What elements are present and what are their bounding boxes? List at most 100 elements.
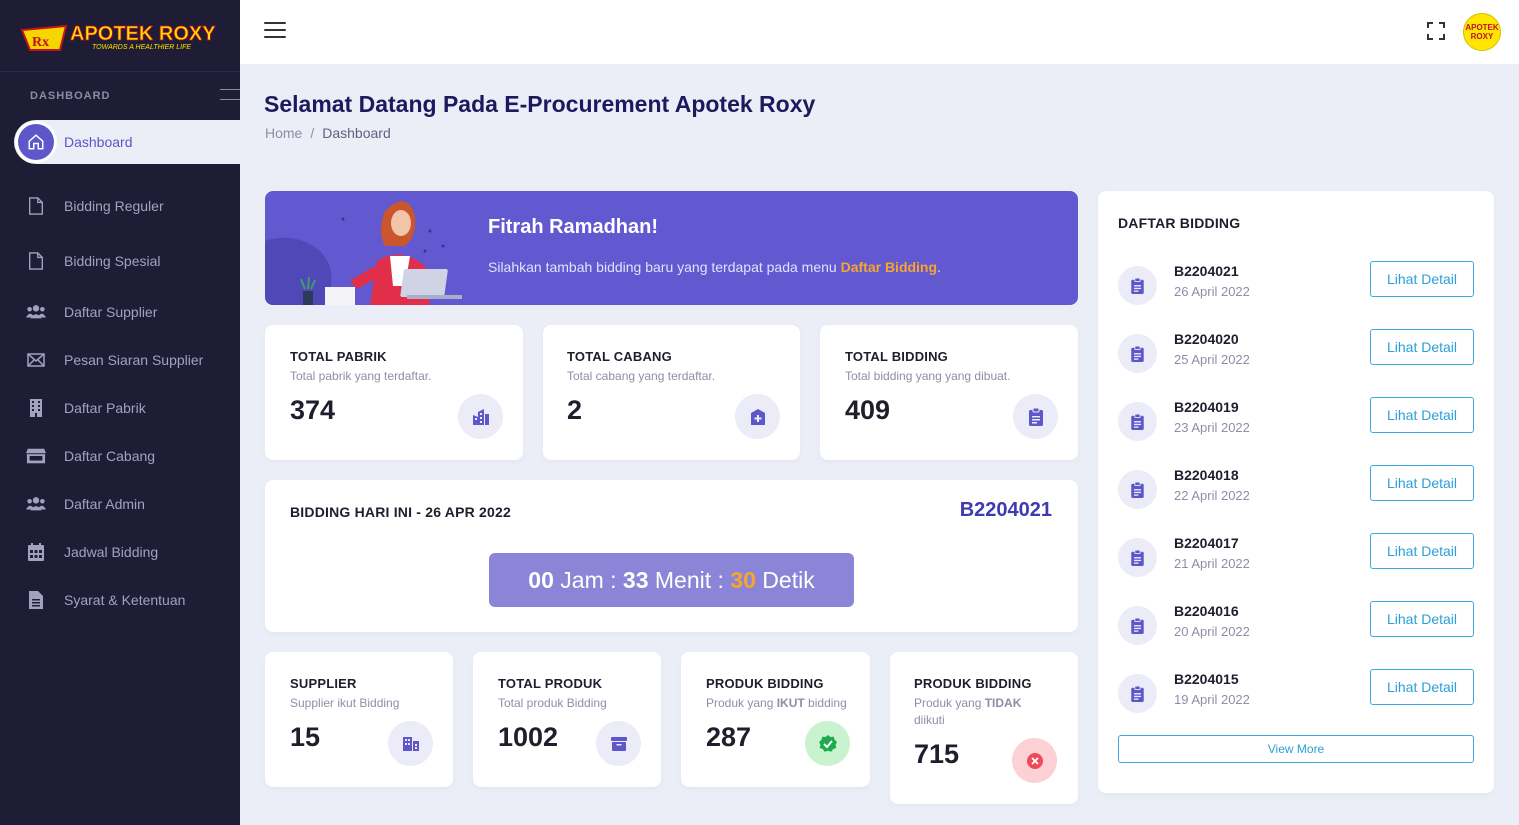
today-bidding-code[interactable]: B2204021	[960, 499, 1052, 522]
svg-text:Rx: Rx	[32, 35, 49, 50]
bidding-code: B2204016	[1174, 603, 1239, 619]
timer-hours-label: Jam	[560, 566, 604, 593]
fullscreen-icon[interactable]	[1427, 22, 1445, 40]
stat-subtitle-before: Produk yang	[706, 696, 777, 710]
clipboard-icon	[1118, 334, 1157, 373]
timer-sep: :	[717, 566, 724, 593]
stat-card-supplier: SUPPLIER Supplier ikut Bidding 15	[265, 652, 453, 787]
lihat-detail-button[interactable]: Lihat Detail	[1370, 465, 1474, 501]
sidebar-item-label: Daftar Cabang	[64, 448, 156, 464]
sidebar-item-label: Pesan Siaran Supplier	[64, 352, 204, 368]
archive-box-icon	[596, 721, 641, 766]
sidebar-item-syarat-ketentuan[interactable]: Syarat & Ketentuan	[0, 576, 240, 624]
stat-subtitle: Produk yang IKUT bidding	[706, 695, 847, 712]
avatar[interactable]: APOTEK ROXY	[1463, 13, 1501, 51]
stat-subtitle: Supplier ikut Bidding	[290, 696, 400, 710]
bidding-list-item: B2204020 25 April 2022 Lihat Detail	[1118, 329, 1474, 385]
stat-value: 409	[845, 395, 891, 425]
stat-value: 374	[290, 395, 336, 425]
banner-link-daftar-bidding[interactable]: Daftar Bidding	[841, 259, 937, 275]
sidebar: Rx APOTEK ROXY TOWARDS A HEALTHIER LIFE …	[0, 0, 240, 825]
topbar: APOTEK ROXY	[240, 0, 1519, 64]
clipboard-icon	[1118, 674, 1157, 713]
lihat-detail-button[interactable]: Lihat Detail	[1370, 669, 1474, 705]
woman-laptop-illustration	[265, 201, 462, 305]
lihat-detail-button[interactable]: Lihat Detail	[1370, 397, 1474, 433]
stat-card-total-produk: TOTAL PRODUK Total produk Bidding 1002	[473, 652, 661, 787]
home-icon	[18, 124, 54, 160]
stat-subtitle-after: bidding	[804, 696, 847, 710]
stat-card-produk-tidak: PRODUK BIDDING Produk yang TIDAK diikuti…	[890, 652, 1078, 804]
svg-text:TOWARDS A HEALTHIER LIFE: TOWARDS A HEALTHIER LIFE	[92, 44, 191, 51]
stat-title: SUPPLIER	[290, 676, 357, 691]
sidebar-item-label: Syarat & Ketentuan	[64, 592, 186, 608]
stat-subtitle: Produk yang TIDAK diikuti	[914, 695, 1054, 729]
sidebar-item-bidding-spesial[interactable]: Bidding Spesial	[0, 233, 240, 288]
bidding-date: 21 April 2022	[1174, 556, 1250, 571]
stat-subtitle: Total pabrik yang terdaftar.	[290, 369, 432, 383]
bidding-code: B2204019	[1174, 399, 1239, 415]
avatar-text-1: APOTEK	[1465, 23, 1499, 32]
stat-title: TOTAL PABRIK	[290, 349, 387, 364]
file-icon	[26, 196, 46, 216]
stat-subtitle: Total cabang yang terdaftar.	[567, 369, 716, 383]
sidebar-item-dashboard[interactable]: Dashboard	[14, 120, 240, 164]
menu-toggle-icon[interactable]	[264, 21, 286, 43]
building-icon	[458, 394, 503, 439]
stat-title: PRODUK BIDDING	[706, 676, 824, 691]
welcome-banner: Fitrah Ramadhan! Silahkan tambah bidding…	[265, 191, 1078, 305]
stat-title: TOTAL PRODUK	[498, 676, 603, 691]
bidding-list-card: DAFTAR BIDDING B2204021 26 April 2022 Liha…	[1098, 191, 1494, 793]
sidebar-item-label: Daftar Pabrik	[64, 400, 146, 416]
stat-title: TOTAL CABANG	[567, 349, 672, 364]
bidding-date: 25 April 2022	[1174, 352, 1250, 367]
clipboard-icon	[1013, 394, 1058, 439]
cancel-circle-icon	[1012, 738, 1057, 783]
lihat-detail-button[interactable]: Lihat Detail	[1370, 601, 1474, 637]
stat-subtitle-after: diikuti	[914, 713, 945, 727]
stat-card-total-bidding: TOTAL BIDDING Total bidding yang yang di…	[820, 325, 1078, 460]
breadcrumb-home[interactable]: Home	[265, 125, 302, 141]
timer-hours: 00	[528, 566, 554, 593]
bidding-date: 19 April 2022	[1174, 692, 1250, 707]
sidebar-item-label: Bidding Spesial	[64, 252, 161, 269]
bidding-code: B2204020	[1174, 331, 1239, 347]
stat-value: 715	[914, 739, 960, 769]
lihat-detail-button[interactable]: Lihat Detail	[1370, 533, 1474, 569]
bidding-date: 26 April 2022	[1174, 284, 1250, 299]
stat-card-produk-ikut: PRODUK BIDDING Produk yang IKUT bidding …	[681, 652, 870, 787]
lihat-detail-button[interactable]: Lihat Detail	[1370, 329, 1474, 365]
timer-seconds: 30	[730, 566, 756, 593]
sidebar-item-label: Bidding Reguler	[64, 197, 164, 214]
bidding-list-title: DAFTAR BIDDING	[1118, 215, 1241, 231]
sidebar-item-daftar-cabang[interactable]: Daftar Cabang	[0, 432, 240, 480]
bidding-list-item: B2204021 26 April 2022 Lihat Detail	[1118, 261, 1474, 317]
sidebar-item-daftar-admin[interactable]: Daftar Admin	[0, 480, 240, 528]
banner-text-after: .	[937, 259, 941, 275]
stat-title: PRODUK BIDDING	[914, 676, 1032, 691]
clipboard-icon	[1118, 266, 1157, 305]
view-more-button[interactable]: View More	[1118, 735, 1474, 763]
logo[interactable]: Rx APOTEK ROXY TOWARDS A HEALTHIER LIFE	[0, 0, 240, 72]
countdown-timer: 00 Jam : 33 Menit : 30 Detik	[489, 553, 854, 607]
sidebar-item-daftar-pabrik[interactable]: Daftar Pabrik	[0, 384, 240, 432]
sidebar-item-jadwal-bidding[interactable]: Jadwal Bidding	[0, 528, 240, 576]
check-badge-icon	[805, 721, 850, 766]
banner-text: Silahkan tambah bidding baru yang terdap…	[488, 259, 941, 275]
sidebar-item-pesan-siaran[interactable]: Pesan Siaran Supplier	[0, 336, 240, 384]
lihat-detail-button[interactable]: Lihat Detail	[1370, 261, 1474, 297]
sidebar-item-bidding-reguler[interactable]: Bidding Reguler	[0, 178, 240, 233]
sidebar-item-daftar-supplier[interactable]: Daftar Supplier	[0, 288, 240, 336]
bidding-date: 23 April 2022	[1174, 420, 1250, 435]
clipboard-icon	[1118, 402, 1157, 441]
store-icon	[26, 446, 46, 466]
bidding-list-item: B2204015 19 April 2022 Lihat Detail	[1118, 669, 1474, 725]
timer-minutes-label: Menit	[654, 566, 712, 593]
bidding-list-item: B2204018 22 April 2022 Lihat Detail	[1118, 465, 1474, 521]
stat-subtitle-before: Produk yang	[914, 696, 985, 710]
clinic-icon	[735, 394, 780, 439]
clipboard-icon	[1118, 606, 1157, 645]
stat-value: 287	[706, 722, 752, 752]
stat-subtitle-bold: TIDAK	[984, 696, 1022, 710]
bidding-list-item: B2204017 21 April 2022 Lihat Detail	[1118, 533, 1474, 589]
